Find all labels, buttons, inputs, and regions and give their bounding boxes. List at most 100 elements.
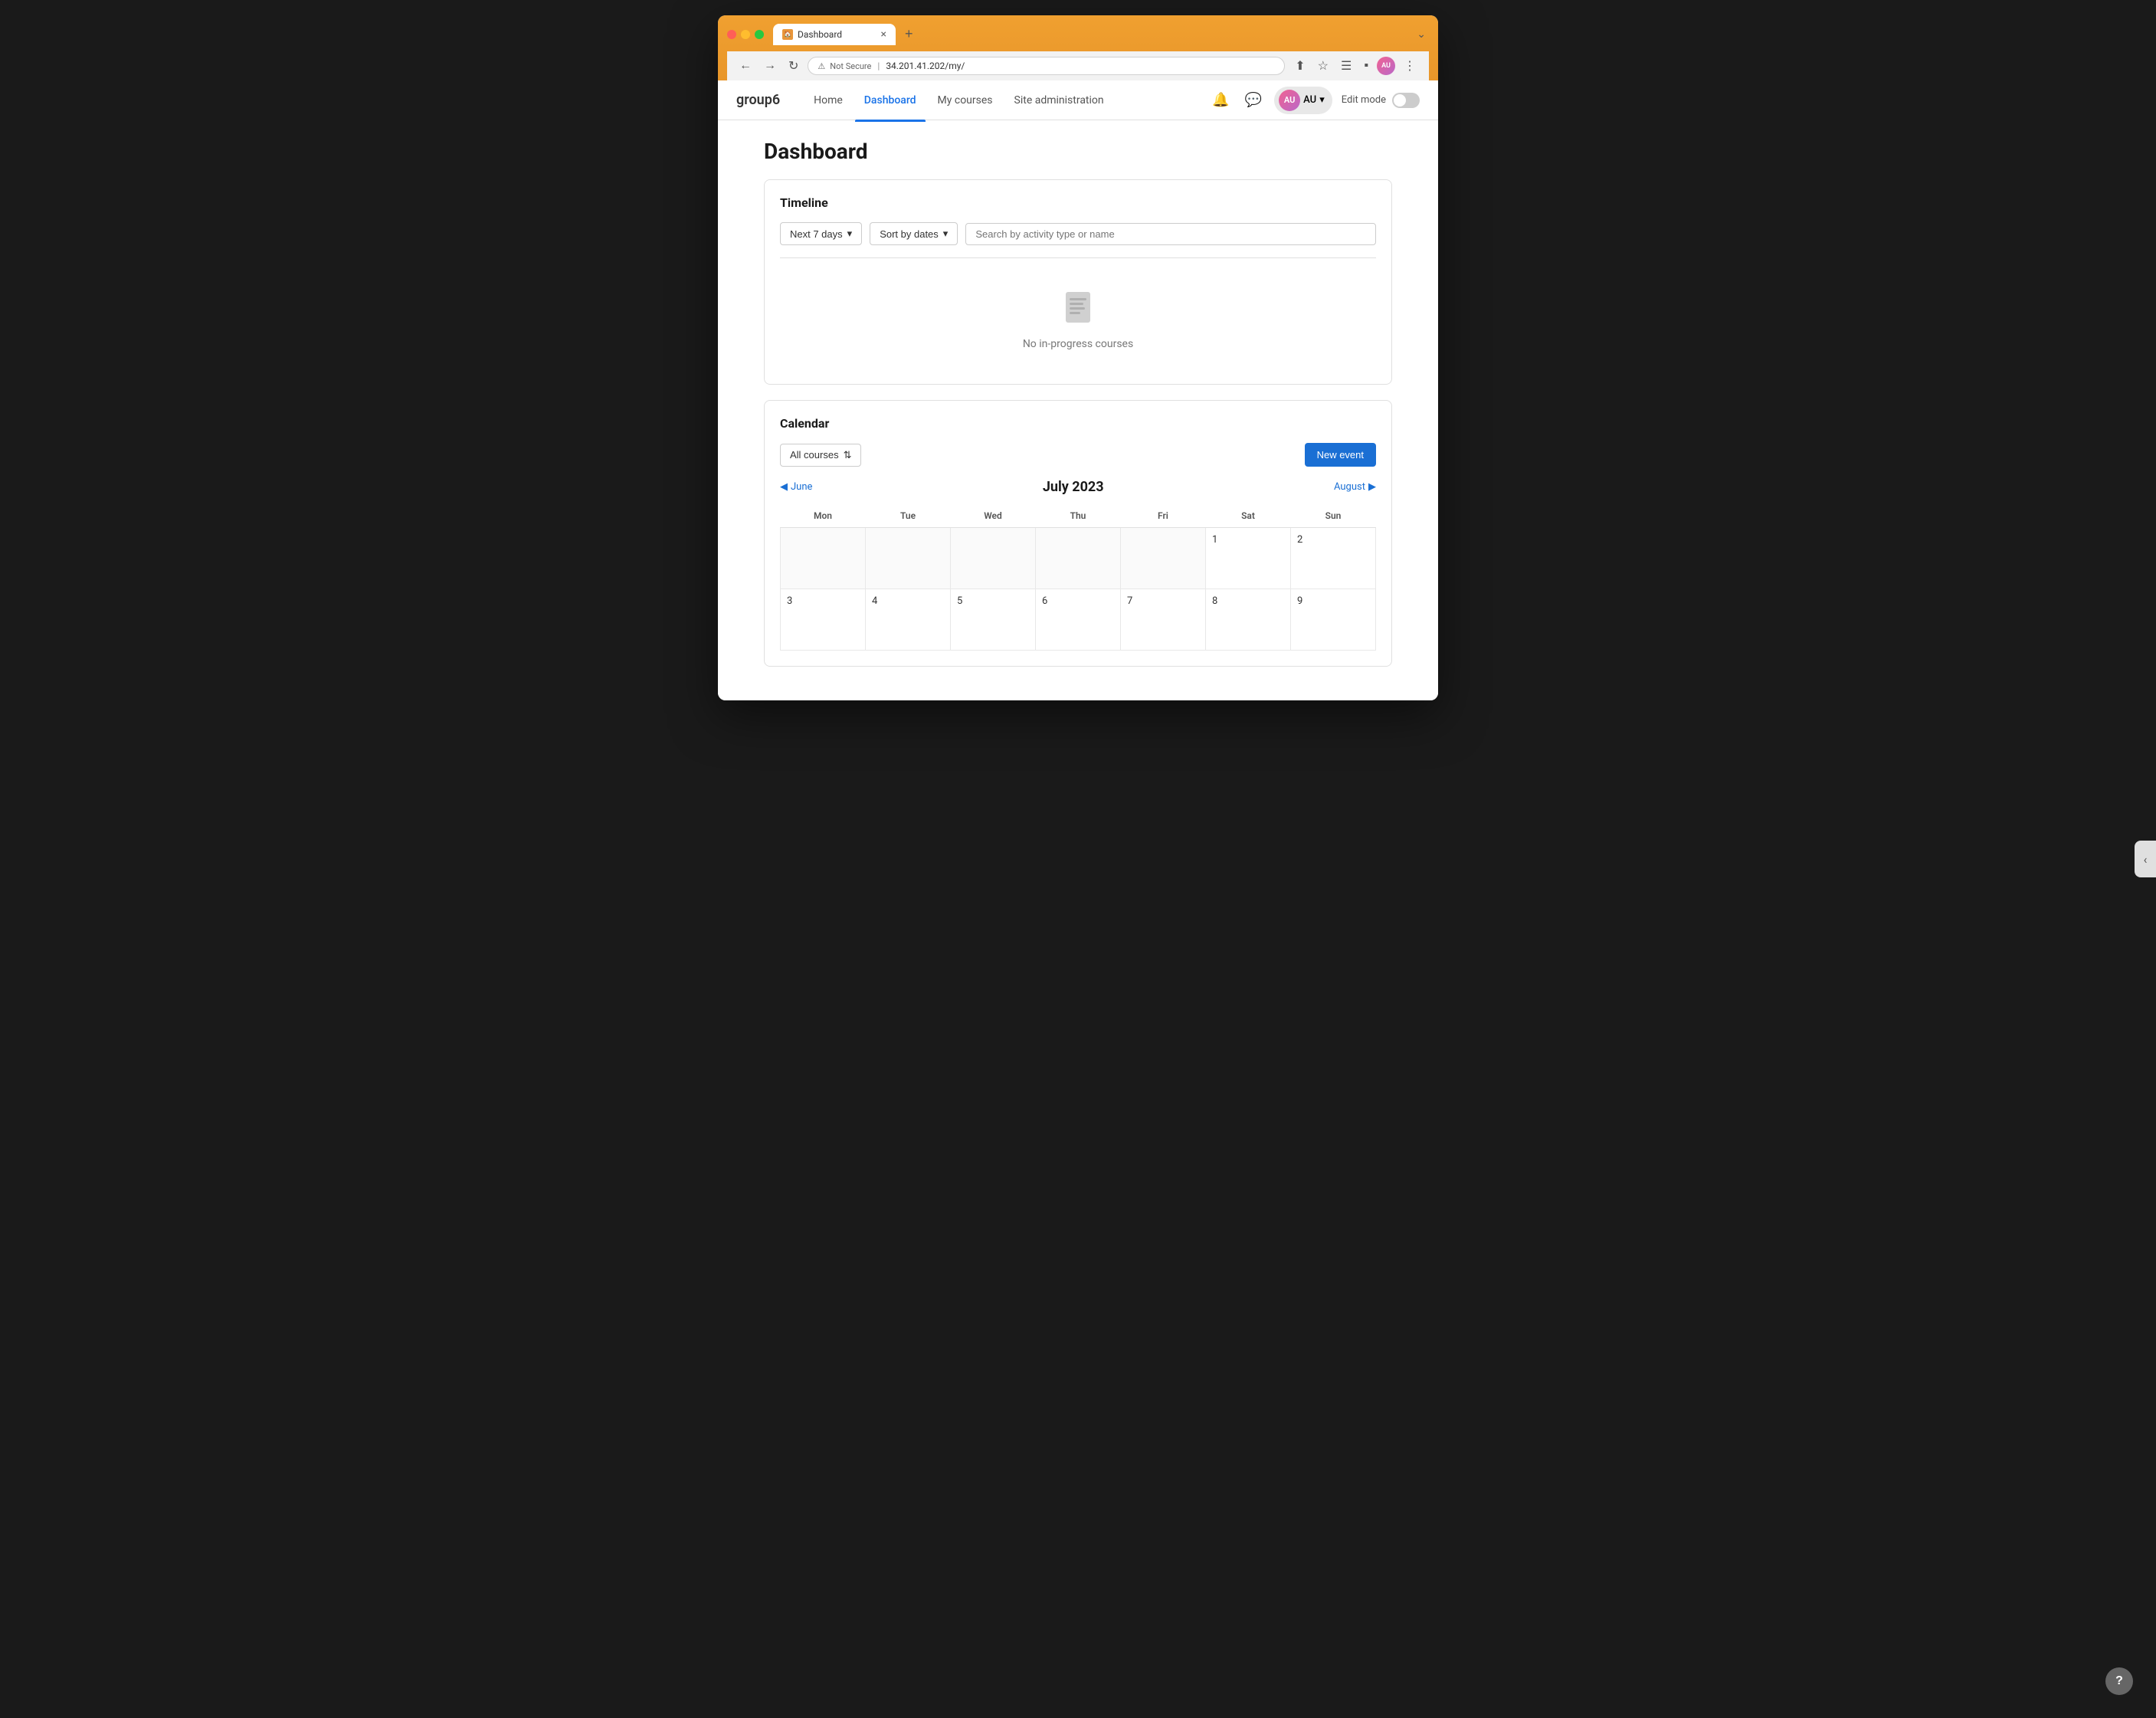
timeline-controls: Next 7 days ▾ Sort by dates ▾ — [780, 222, 1376, 245]
activity-search-input[interactable] — [965, 223, 1376, 245]
timeline-card: Timeline Next 7 days ▾ Sort by dates ▾ — [764, 179, 1392, 385]
calendar-header-row: Mon Tue Wed Thu Fri Sat Sun — [781, 504, 1376, 528]
browser-user-avatar[interactable]: AU — [1377, 57, 1395, 75]
sidebar-button[interactable]: ▪ — [1360, 57, 1372, 75]
tab-close-button[interactable]: × — [881, 28, 886, 41]
timeline-divider — [780, 257, 1376, 258]
traffic-lights — [727, 30, 764, 39]
nav-home[interactable]: Home — [804, 88, 852, 113]
back-button[interactable]: ← — [736, 57, 755, 74]
user-menu-chevron: ▾ — [1319, 94, 1325, 106]
page-content: group6 Home Dashboard My courses Site ad… — [718, 80, 1438, 700]
calendar-week-0: 12 — [781, 528, 1376, 589]
prev-month-link[interactable]: ◀ June — [780, 481, 812, 493]
day-header-sun: Sun — [1291, 504, 1376, 528]
browser-toolbar: ← → ↻ ⚠ Not Secure | 34.201.41.202/my/ ⬆… — [727, 51, 1429, 80]
calendar-day-1-6[interactable]: 9 — [1291, 589, 1376, 651]
calendar-day-0-4 — [1121, 528, 1206, 589]
calendar-day-1-3[interactable]: 6 — [1036, 589, 1121, 651]
day-header-wed: Wed — [951, 504, 1036, 528]
timeline-empty-state: No in-progress courses — [780, 267, 1376, 369]
share-button[interactable]: ⬆ — [1291, 56, 1309, 76]
main-content: Dashboard Timeline Next 7 days ▾ Sort by… — [718, 120, 1438, 700]
calendar-day-1-4[interactable]: 7 — [1121, 589, 1206, 651]
nav-site-admin[interactable]: Site administration — [1005, 88, 1113, 113]
address-bar[interactable]: ⚠ Not Secure | 34.201.41.202/my/ — [808, 57, 1285, 75]
browser-window: 🏠 Dashboard × + ⌄ ← → ↻ ⚠ Not Secure | 3… — [718, 15, 1438, 700]
sort-label: Sort by dates — [880, 228, 939, 240]
calendar-day-0-0 — [781, 528, 866, 589]
site-brand[interactable]: group6 — [736, 92, 780, 108]
next-days-dropdown[interactable]: Next 7 days ▾ — [780, 222, 862, 245]
calendar-day-1-2[interactable]: 5 — [951, 589, 1036, 651]
calendar-card: Calendar All courses ⇅ New event ◀ June … — [764, 400, 1392, 667]
calendar-week-1: 3456789 — [781, 589, 1376, 651]
notifications-button[interactable]: 🔔 — [1209, 89, 1232, 111]
tab-favicon-icon: 🏠 — [782, 29, 793, 40]
next-month-arrow: ▶ — [1368, 481, 1376, 493]
day-header-mon: Mon — [781, 504, 866, 528]
maximize-traffic-light[interactable] — [755, 30, 764, 39]
no-courses-text: No in-progress courses — [1023, 338, 1133, 350]
current-month-year: July 2023 — [1043, 479, 1104, 495]
prev-month-label: June — [791, 481, 812, 493]
day-header-tue: Tue — [866, 504, 951, 528]
minimize-traffic-light[interactable] — [741, 30, 750, 39]
browser-controls: 🏠 Dashboard × + ⌄ — [727, 23, 1429, 45]
day-header-sat: Sat — [1206, 504, 1291, 528]
calendar-title: Calendar — [780, 416, 1376, 431]
user-avatar: AU — [1279, 90, 1300, 111]
new-event-button[interactable]: New event — [1305, 443, 1376, 467]
day-header-fri: Fri — [1121, 504, 1206, 528]
edit-mode-area: Edit mode — [1342, 93, 1420, 108]
menu-button[interactable]: ⋮ — [1400, 56, 1420, 76]
calendar-day-1-1[interactable]: 4 — [866, 589, 951, 651]
edit-mode-label: Edit mode — [1342, 94, 1386, 106]
address-separator: | — [877, 61, 880, 71]
nav-dashboard[interactable]: Dashboard — [855, 88, 926, 113]
sort-chevron: ▾ — [943, 228, 949, 240]
address-text: 34.201.41.202/my/ — [886, 61, 965, 71]
next-days-chevron: ▾ — [847, 228, 853, 240]
not-secure-label: Not Secure — [830, 61, 871, 71]
messages-button[interactable]: 💬 — [1242, 89, 1265, 111]
close-traffic-light[interactable] — [727, 30, 736, 39]
timeline-title: Timeline — [780, 195, 1376, 210]
page-title: Dashboard — [764, 139, 1392, 164]
tab-bar: 🏠 Dashboard × + — [773, 23, 1411, 45]
user-menu[interactable]: AU AU ▾ — [1274, 87, 1332, 114]
calendar-day-0-5[interactable]: 1 — [1206, 528, 1291, 589]
calendar-day-0-6[interactable]: 2 — [1291, 528, 1376, 589]
new-tab-button[interactable]: + — [899, 23, 919, 45]
calendar-day-1-0[interactable]: 3 — [781, 589, 866, 651]
next-month-link[interactable]: August ▶ — [1334, 481, 1376, 493]
nav-links: Home Dashboard My courses Site administr… — [804, 88, 1191, 113]
extensions-button[interactable]: ☰ — [1337, 56, 1355, 76]
nav-my-courses[interactable]: My courses — [929, 88, 1002, 113]
calendar-day-0-1 — [866, 528, 951, 589]
no-courses-icon — [1057, 286, 1099, 329]
top-nav: group6 Home Dashboard My courses Site ad… — [718, 80, 1438, 120]
all-courses-label: All courses — [790, 449, 839, 461]
all-courses-icon: ⇅ — [844, 449, 852, 461]
edit-mode-toggle[interactable] — [1392, 93, 1420, 108]
reload-button[interactable]: ↻ — [785, 57, 801, 75]
nav-right: 🔔 💬 AU AU ▾ Edit mode — [1209, 87, 1420, 114]
prev-month-arrow: ◀ — [780, 481, 788, 493]
toolbar-actions: ⬆ ☆ ☰ ▪ AU ⋮ — [1291, 56, 1420, 76]
not-secure-icon: ⚠ — [818, 61, 825, 71]
forward-button[interactable]: → — [761, 57, 779, 74]
user-initials: AU — [1303, 94, 1316, 106]
window-controls-icon: ⌄ — [1417, 28, 1429, 41]
toggle-knob — [1394, 94, 1406, 107]
next-days-label: Next 7 days — [790, 228, 843, 240]
sort-dropdown[interactable]: Sort by dates ▾ — [870, 222, 958, 245]
calendar-body: 123456789 — [781, 528, 1376, 651]
calendar-table: Mon Tue Wed Thu Fri Sat Sun 123456789 — [780, 504, 1376, 651]
calendar-day-1-5[interactable]: 8 — [1206, 589, 1291, 651]
bookmark-button[interactable]: ☆ — [1314, 56, 1332, 76]
active-tab[interactable]: 🏠 Dashboard × — [773, 24, 896, 45]
calendar-header: All courses ⇅ New event — [780, 443, 1376, 467]
browser-titlebar: 🏠 Dashboard × + ⌄ ← → ↻ ⚠ Not Secure | 3… — [718, 15, 1438, 80]
all-courses-dropdown[interactable]: All courses ⇅ — [780, 444, 861, 467]
